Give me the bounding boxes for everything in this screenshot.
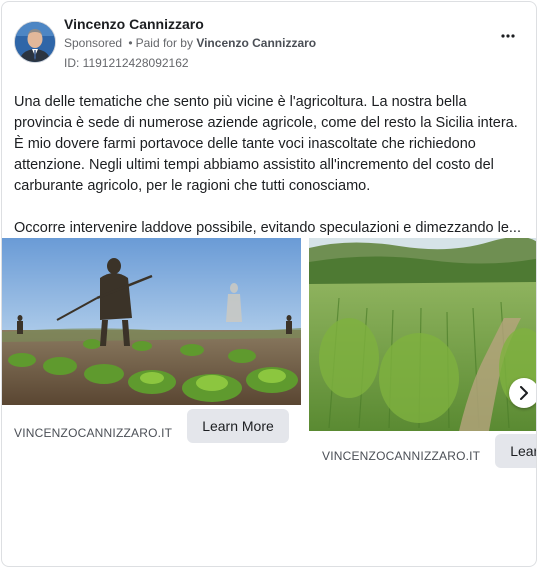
advertiser-name[interactable]: Vincenzo Cannizzaro: [64, 16, 204, 32]
post-paragraph-2: Occorre intervenire laddove possibile, e…: [14, 220, 521, 236]
post-header: Vincenzo Cannizzaro Sponsored • Paid for …: [14, 16, 530, 72]
post-body: Una delle tematiche che sento più vicine…: [14, 92, 528, 239]
sponsored-line: Sponsored • Paid for by Vincenzo Cannizza…: [64, 36, 316, 50]
sponsored-label: Sponsored: [64, 36, 123, 50]
paid-for-prefix: Paid for by: [135, 36, 193, 50]
carousel-image-field[interactable]: [309, 238, 536, 431]
carousel-card-1[interactable]: VINCENZOCANNIZZARO.IT Learn More: [2, 238, 301, 468]
avatar[interactable]: [14, 21, 56, 63]
more-options-button[interactable]: [498, 28, 518, 44]
post-paragraph-1: Una delle tematiche che sento più vicine…: [14, 94, 518, 194]
carousel-image-farm-workers[interactable]: [2, 238, 301, 405]
carousel: VINCENZOCANNIZZARO.IT Learn More VINCENZ…: [2, 238, 536, 478]
chevron-right-icon: [520, 386, 528, 400]
paid-for-name: Vincenzo Cannizzaro: [196, 36, 317, 50]
carousel-next-button[interactable]: [509, 378, 536, 408]
ad-id: ID: 1191212428092162: [64, 56, 189, 70]
card-domain: VINCENZOCANNIZZARO.IT: [322, 449, 481, 463]
card-domain: VINCENZOCANNIZZARO.IT: [14, 426, 173, 440]
separator-dot: •: [128, 36, 133, 50]
more-horizontal-icon: [501, 34, 515, 38]
learn-more-button[interactable]: Learn More: [495, 434, 536, 468]
carousel-card-2[interactable]: VINCENZOCANNIZZARO.IT Learn More: [309, 238, 536, 468]
learn-more-button[interactable]: Learn More: [187, 409, 289, 443]
ad-card: Vincenzo Cannizzaro Sponsored • Paid for …: [1, 1, 537, 567]
